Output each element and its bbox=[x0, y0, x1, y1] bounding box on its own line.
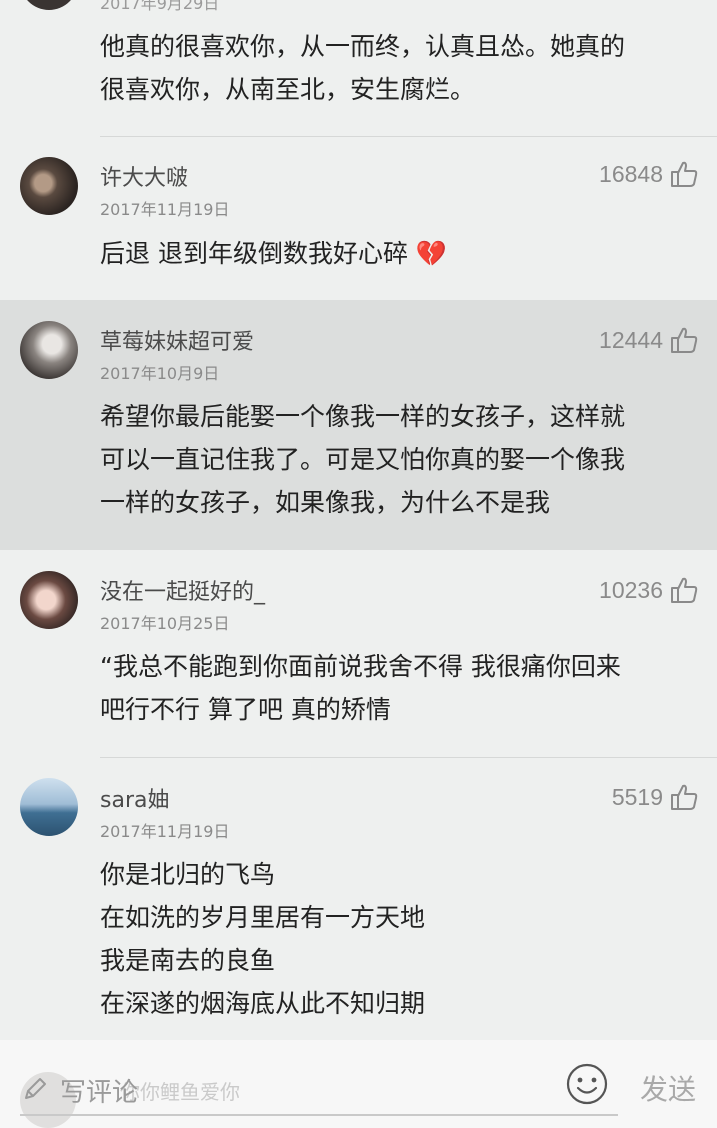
comment-item: 草莓妹妹超可爱 2017年10月9日 12444 希望你最后能娶一个像我一样的女… bbox=[0, 300, 717, 550]
comment-author[interactable]: 没在一起挺好的_ bbox=[100, 574, 265, 606]
comment-item: 没在一起挺好的_ 2017年10月25日 10236 “我总不能跑到你面前说我舍… bbox=[0, 550, 717, 757]
comment-body: 后退 退到年级倒数我好心碎 💔 bbox=[100, 232, 697, 275]
comment-line: 可以一直记住我了。可是又怕你真的娶一个像我 bbox=[100, 445, 626, 474]
avatar[interactable] bbox=[20, 321, 78, 379]
comment-body: 希望你最后能娶一个像我一样的女孩子，这样就 可以一直记住我了。可是又怕你真的娶一… bbox=[100, 395, 697, 524]
send-button[interactable]: 发送 bbox=[640, 1068, 696, 1108]
like-count: 16848 bbox=[599, 160, 663, 187]
comment-line: 后退 退到年级倒数我好心碎 💔 bbox=[100, 239, 448, 268]
avatar[interactable] bbox=[20, 571, 78, 629]
pen-icon bbox=[25, 1078, 46, 1099]
like-count: 10236 bbox=[599, 576, 663, 603]
comment-body: “我总不能跑到你面前说我舍不得 我很痛你回来 吧行不行 算了吧 真的矫情 bbox=[100, 645, 697, 731]
comment-date: 2017年9月29日 bbox=[100, 0, 220, 13]
avatar[interactable] bbox=[20, 0, 78, 10]
comment-line: 很喜欢你，从南至北，安生腐烂。 bbox=[100, 75, 476, 104]
like-button[interactable]: 5519 bbox=[612, 782, 699, 812]
comment-date: 2017年11月19日 bbox=[100, 200, 230, 219]
comment-line: “我总不能跑到你面前说我舍不得 我很痛你回来 bbox=[100, 652, 621, 681]
like-button[interactable]: 12444 bbox=[599, 325, 699, 355]
comment-author[interactable]: 草莓妹妹超可爱 bbox=[100, 324, 254, 356]
comment-line: 一样的女孩子，如果像我，为什么不是我 bbox=[100, 488, 551, 517]
comment-line: 你是北归的飞鸟 bbox=[100, 860, 276, 889]
like-count: 5519 bbox=[611, 783, 663, 810]
thumbs-up-icon bbox=[671, 577, 698, 603]
comment-item: 许大大啵 2017年11月19日 16848 后退 退到年级倒数我好心碎 💔 bbox=[0, 137, 717, 300]
comment-partial: 2017年9月29日 他真的很喜欢你，从一而终，认真且怂。她真的 很喜欢你，从南… bbox=[0, 0, 717, 136]
thumbs-up-icon bbox=[671, 784, 698, 810]
avatar[interactable] bbox=[20, 157, 78, 215]
comment-line: 希望你最后能娶一个像我一样的女孩子，这样就 bbox=[100, 402, 626, 431]
comment-line: 吧行不行 算了吧 真的矫情 bbox=[100, 695, 391, 724]
comment-input[interactable]: 写评论 bbox=[20, 1062, 618, 1116]
thumbs-up-icon bbox=[671, 327, 698, 353]
comment-line: 我是南去的良鱼 bbox=[100, 946, 276, 975]
comment-date: 2017年11月19日 bbox=[100, 822, 230, 841]
comment-date: 2017年10月9日 bbox=[100, 364, 220, 383]
comment-feed: 2017年9月29日 他真的很喜欢你，从一而终，认真且怂。她真的 很喜欢你，从南… bbox=[0, 0, 717, 1128]
comment-author[interactable]: 许大大啵 bbox=[100, 160, 188, 192]
like-button[interactable]: 10236 bbox=[599, 575, 699, 605]
comment-line: 他真的很喜欢你，从一而终，认真且怂。她真的 bbox=[100, 32, 626, 61]
comment-input-placeholder: 写评论 bbox=[60, 1078, 139, 1108]
avatar[interactable] bbox=[20, 778, 78, 836]
comment-date: 2017年10月25日 bbox=[100, 614, 230, 633]
like-count: 12444 bbox=[599, 326, 663, 353]
comment-line: 在深遂的烟海底从此不知归期 bbox=[100, 989, 426, 1018]
thumbs-up-icon bbox=[671, 161, 698, 187]
emoji-icon[interactable] bbox=[566, 1063, 608, 1105]
comment-item: sara妯 2017年11月19日 5519 你是北归的飞鸟 在如洗的岁月里居有… bbox=[0, 758, 717, 1040]
comment-body: 你是北归的飞鸟 在如洗的岁月里居有一方天地 我是南去的良鱼 在深遂的烟海底从此不… bbox=[100, 853, 697, 1025]
comment-line: 在如洗的岁月里居有一方天地 bbox=[100, 903, 426, 932]
comment-author[interactable]: sara妯 bbox=[100, 782, 169, 814]
like-button[interactable]: 16848 bbox=[599, 159, 699, 189]
comment-body: 他真的很喜欢你，从一而终，认真且怂。她真的 很喜欢你，从南至北，安生腐烂。 bbox=[100, 25, 697, 111]
